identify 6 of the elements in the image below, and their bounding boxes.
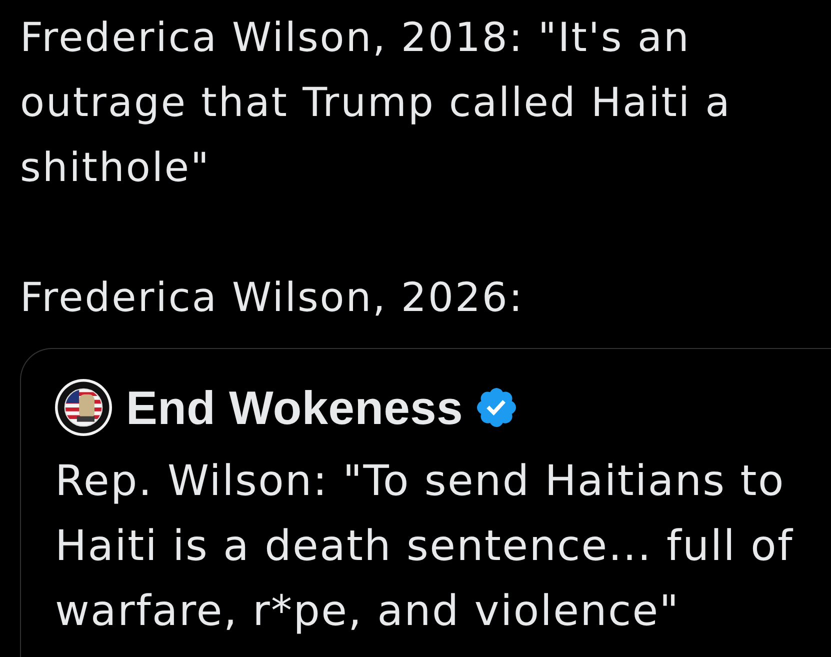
avatar-icon <box>55 379 112 436</box>
post-text: Frederica Wilson, 2026: <box>20 274 525 323</box>
quote-text: Rep. Wilson: "To send Haitians to Haiti is a death sentence... full of warfare, r*pe, and violence" <box>55 455 795 637</box>
author-name: End Wokeness <box>126 380 464 436</box>
quoted-post-card[interactable]: End Wokeness Rep. Wilson: "To send Haitians to Haiti is a death sentence... full of warfare, r*pe, and violence" <box>20 348 831 657</box>
post-text: Frederica Wilson, 2018: "It's an outrage that Trump called Haiti a shithole" <box>20 14 732 193</box>
